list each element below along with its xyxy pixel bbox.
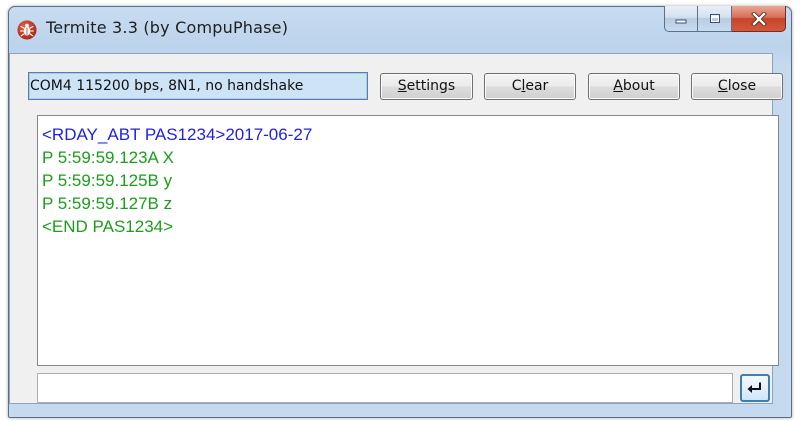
output-line: P 5:59:59.125B y: [42, 171, 173, 190]
window-title: Termite 3.3 (by CompuPhase): [46, 18, 289, 37]
send-button[interactable]: [740, 374, 770, 402]
minimize-icon: [675, 19, 687, 23]
close-label: lose: [727, 78, 757, 94]
enter-return-icon: [747, 382, 761, 393]
terminal-output[interactable]: <RDAY_ABT PAS1234>2017-06-27 P 5:59:59.1…: [37, 115, 779, 366]
settings-button[interactable]: Settings: [380, 73, 473, 100]
caption-buttons: [664, 6, 786, 33]
output-line: <END PAS1234>: [42, 217, 174, 236]
minimize-button[interactable]: [664, 6, 698, 32]
port-settings-field[interactable]: COM4 115200 bps, 8N1, no handshake: [28, 72, 368, 100]
settings-mnemonic: S: [397, 78, 407, 94]
termite-bug-icon: [17, 20, 37, 40]
settings-label: ettings: [406, 78, 456, 94]
clear-button[interactable]: Clear: [484, 73, 576, 100]
maximize-button[interactable]: [698, 6, 732, 32]
close-mnemonic: C: [717, 78, 728, 94]
about-label: bout: [622, 78, 655, 94]
close-button[interactable]: Close: [691, 73, 783, 100]
clear-label-end: ear: [525, 78, 549, 94]
output-line: P 5:59:59.127B z: [42, 194, 173, 213]
maximize-icon: [709, 13, 720, 23]
output-line: P 5:59:59.123A X: [42, 148, 175, 167]
about-mnemonic: A: [613, 78, 623, 94]
close-window-button[interactable]: [732, 6, 786, 32]
send-input[interactable]: [37, 373, 733, 403]
about-button[interactable]: About: [588, 73, 680, 100]
output-line: <RDAY_ABT PAS1234>2017-06-27: [42, 125, 313, 144]
clear-label-start: C: [511, 78, 522, 94]
close-icon: [750, 11, 767, 26]
